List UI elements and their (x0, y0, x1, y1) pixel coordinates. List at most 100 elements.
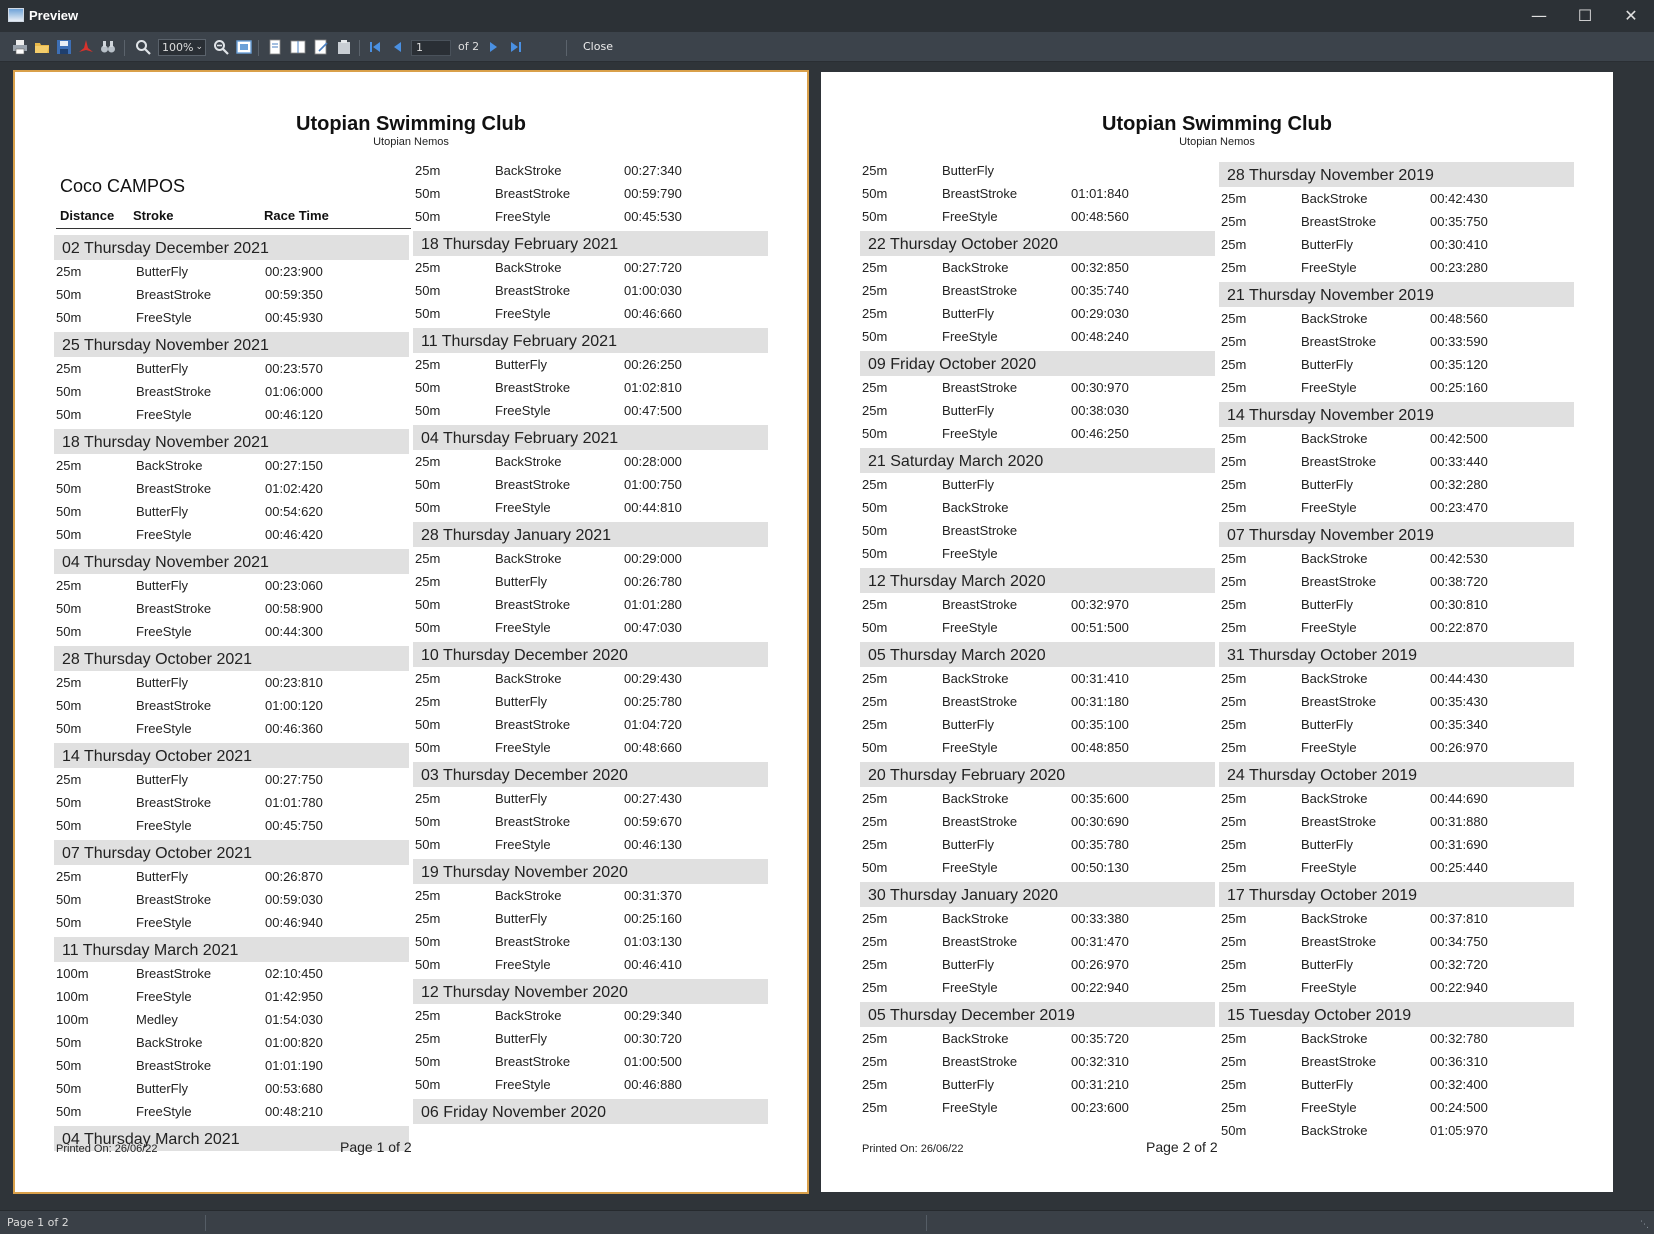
page-number-input[interactable]: 1 (411, 40, 451, 56)
result-row: 25m BackStroke 00:27:150 (54, 454, 409, 477)
stroke-cell: BreastStroke (136, 966, 212, 981)
club-name: Utopian Swimming Club (296, 113, 526, 135)
stroke-cell: ButterFly (136, 1081, 189, 1096)
fit-page-icon[interactable] (235, 38, 253, 56)
date-group-header: 15 Tuesday October 2019 (1219, 1002, 1574, 1027)
race-time-cell: 01:04:720 (624, 717, 682, 732)
stroke-cell: FreeStyle (136, 1104, 192, 1119)
zoom-select[interactable]: 100% ⌄ (158, 39, 206, 56)
race-time-cell: 00:48:560 (1071, 209, 1129, 224)
stroke-cell: BackStroke (136, 458, 203, 473)
race-time-cell: 00:46:880 (624, 1077, 682, 1092)
distance-cell: 50m (56, 310, 82, 325)
race-time-cell: 00:35:120 (1430, 357, 1488, 372)
next-page-icon[interactable] (485, 38, 503, 56)
distance-cell: 25m (1221, 380, 1247, 395)
result-row: 50m BreastStroke 01:00:750 (413, 473, 768, 496)
result-row: 25m ButterFly (860, 159, 1215, 182)
properties-icon[interactable] (335, 38, 353, 56)
last-page-icon[interactable] (507, 38, 525, 56)
pdf-export-icon[interactable] (77, 38, 95, 56)
result-row: 50m FreeStyle 00:46:120 (54, 403, 409, 426)
distance-cell: 50m (862, 329, 888, 344)
print-icon[interactable] (11, 38, 29, 56)
preview-area[interactable]: Utopian Swimming Club Utopian Nemos Coco… (0, 62, 1654, 1210)
status-divider (926, 1215, 927, 1231)
race-time-cell: 00:27:720 (624, 260, 682, 275)
result-row: 50m FreeStyle 00:50:130 (860, 856, 1215, 879)
result-row: 25m ButterFly 00:25:780 (413, 690, 768, 713)
page-setup-icon[interactable] (312, 38, 330, 56)
race-time-cell: 00:45:750 (265, 818, 323, 833)
window-title: Preview (29, 8, 79, 23)
close-window-icon[interactable]: ✕ (1608, 0, 1654, 32)
race-time-cell: 00:46:250 (1071, 426, 1129, 441)
result-row: 25m BreastStroke 00:31:880 (1219, 810, 1574, 833)
distance-cell: 50m (415, 186, 441, 201)
race-time-cell: 00:35:780 (1071, 837, 1129, 852)
stroke-cell: Medley (136, 1012, 178, 1027)
date-group-header: 22 Thursday October 2020 (860, 231, 1215, 256)
first-page-icon[interactable] (366, 38, 384, 56)
result-row: 25m ButterFly 00:31:690 (1219, 833, 1574, 856)
stroke-cell: BackStroke (942, 500, 1009, 515)
result-row: 25m BackStroke 00:29:340 (413, 1004, 768, 1027)
stroke-cell: FreeStyle (942, 209, 998, 224)
result-row: 50m FreeStyle 00:46:940 (54, 911, 409, 934)
result-row: 25m ButterFly 00:32:400 (1219, 1073, 1574, 1096)
race-time-cell: 00:26:970 (1071, 957, 1129, 972)
stroke-header: Stroke (133, 208, 174, 223)
result-row: 25m FreeStyle 00:22:940 (860, 976, 1215, 999)
report-page-1[interactable]: Utopian Swimming Club Utopian Nemos Coco… (13, 70, 809, 1194)
distance-cell: 25m (862, 403, 888, 418)
date-group-header: 28 Thursday January 2021 (413, 522, 768, 547)
race-time-cell: 00:59:350 (265, 287, 323, 302)
stroke-cell: BackStroke (136, 1035, 203, 1050)
stroke-cell: FreeStyle (495, 403, 551, 418)
distance-cell: 50m (56, 795, 82, 810)
result-row: 50m BreastStroke 00:59:350 (54, 283, 409, 306)
distance-cell: 25m (415, 911, 441, 926)
zoom-in-icon[interactable] (134, 38, 152, 56)
result-row: 50m FreeStyle 00:45:530 (413, 205, 768, 228)
stroke-cell: BackStroke (1301, 1123, 1368, 1138)
result-row: 25m ButterFly 00:26:970 (860, 953, 1215, 976)
stroke-cell: BackStroke (942, 671, 1009, 686)
result-row: 50m FreeStyle 00:45:930 (54, 306, 409, 329)
stroke-cell: ButterFly (1301, 837, 1354, 852)
date-group-header: 02 Thursday December 2021 (54, 235, 409, 260)
save-icon[interactable] (55, 38, 73, 56)
find-binoculars-icon[interactable] (99, 38, 117, 56)
race-time-cell: 00:31:370 (624, 888, 682, 903)
stroke-cell: BackStroke (1301, 671, 1368, 686)
stroke-cell: ButterFly (495, 1031, 548, 1046)
resize-grip-icon[interactable]: ⋱ (1640, 1220, 1650, 1230)
report-page-2[interactable]: Utopian Swimming Club Utopian Nemos 25m B… (821, 72, 1613, 1192)
zoom-out-icon[interactable] (212, 38, 230, 56)
race-time-cell: 00:26:970 (1430, 740, 1488, 755)
stroke-cell: ButterFly (1301, 477, 1354, 492)
race-time-cell: 00:47:030 (624, 620, 682, 635)
multi-page-icon[interactable] (289, 38, 307, 56)
page-number-label: Page 1 of 2 (340, 1139, 412, 1155)
open-folder-icon[interactable] (33, 38, 51, 56)
result-row: 50m BackStroke 01:00:820 (54, 1031, 409, 1054)
stroke-cell: BreastStroke (942, 694, 1018, 709)
result-row: 25m BackStroke 00:42:430 (1219, 187, 1574, 210)
race-time-cell: 00:46:410 (624, 957, 682, 972)
prev-page-icon[interactable] (388, 38, 406, 56)
stroke-cell: ButterFly (1301, 1077, 1354, 1092)
distance-cell: 25m (862, 791, 888, 806)
result-row: 50m FreeStyle 00:44:300 (54, 620, 409, 643)
distance-cell: 25m (1221, 574, 1247, 589)
result-row: 50m FreeStyle 00:46:410 (413, 953, 768, 976)
minimize-icon[interactable]: — (1516, 0, 1562, 32)
stroke-cell: BackStroke (495, 260, 562, 275)
distance-cell: 50m (862, 620, 888, 635)
close-button[interactable]: Close (583, 40, 613, 53)
result-row: 25m ButterFly 00:27:430 (413, 787, 768, 810)
distance-cell: 50m (56, 407, 82, 422)
maximize-icon[interactable]: ☐ (1562, 0, 1608, 32)
stroke-cell: ButterFly (136, 264, 189, 279)
single-page-icon[interactable] (266, 38, 284, 56)
